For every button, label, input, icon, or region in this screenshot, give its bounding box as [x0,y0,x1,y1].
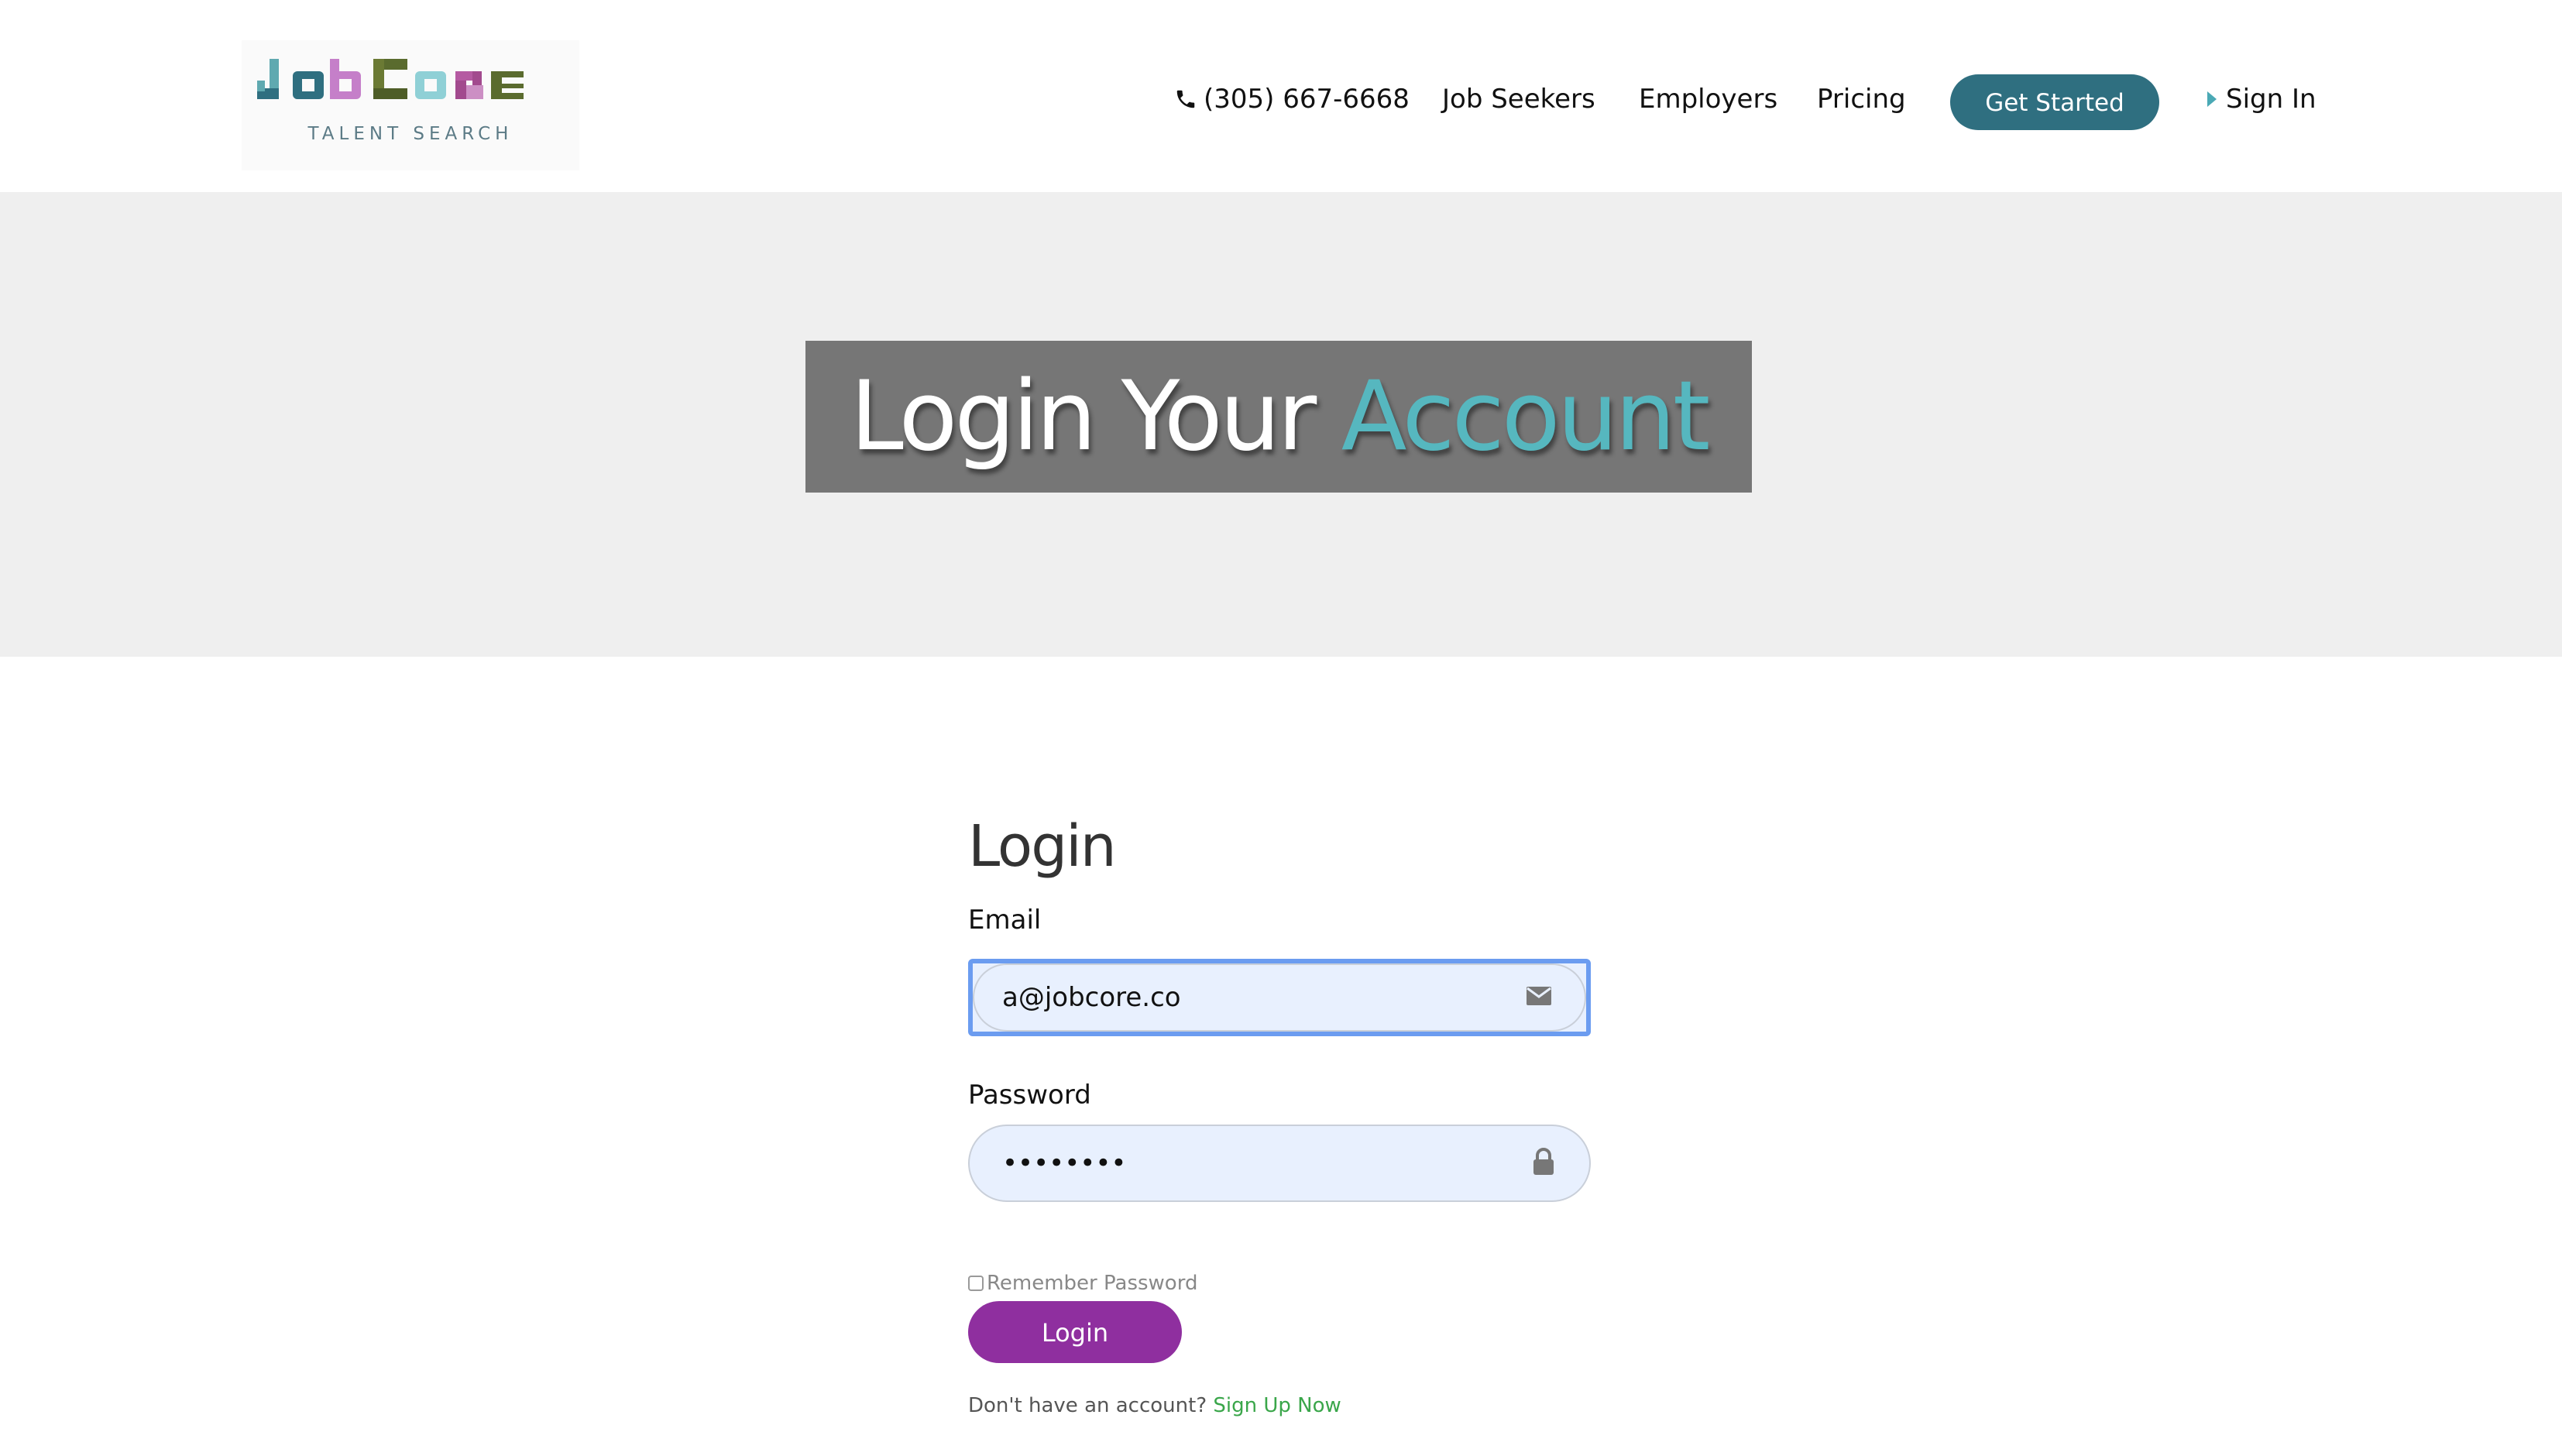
get-started-button[interactable]: Get Started [1950,74,2159,130]
nav-employers[interactable]: Employers [1639,71,1777,127]
phone-icon [1176,90,1195,108]
remember-password-label: Remember Password [987,1272,1198,1295]
login-button[interactable]: Login [968,1301,1182,1363]
password-field[interactable] [1002,1126,1482,1200]
jobcore-wordmark-icon [257,59,524,99]
signup-prompt-text: Don't have an account? [968,1394,1214,1417]
nav-job-seekers[interactable]: Job Seekers [1442,71,1595,127]
hero-banner: Login Your Account [0,192,2562,657]
phone-number: (305) 667-6668 [1204,84,1410,115]
caret-right-icon [2207,91,2217,107]
jobcore-logo[interactable]: TALENT SEARCH [242,40,579,170]
hero-title-box: Login Your Account [805,341,1752,493]
phone-link[interactable]: (305) 667-6668 [1174,71,1410,127]
remember-password-checkbox[interactable] [968,1276,984,1291]
sign-in-label: Sign In [2226,84,2316,115]
sign-in-link[interactable]: Sign In [2207,71,2316,127]
logo-tagline: TALENT SEARCH [307,124,513,144]
lock-icon [1532,1148,1555,1179]
sign-up-link[interactable]: Sign Up Now [1213,1394,1341,1417]
remember-password[interactable]: Remember Password [968,1272,1197,1295]
password-field-wrapper [968,1125,1591,1202]
envelope-icon [1526,986,1552,1009]
password-label: Password [968,1080,1091,1111]
login-heading: Login [968,813,1117,880]
hero-title-accent: Account [1341,361,1711,472]
email-field[interactable] [1002,963,1482,1032]
hero-title-main: Login Your [850,361,1341,472]
signup-prompt: Don't have an account? Sign Up Now [968,1394,1341,1417]
email-field-wrapper [968,959,1591,1036]
nav-pricing[interactable]: Pricing [1817,71,1906,127]
site-header: TALENT SEARCH (305) 667-6668 Job Seekers… [0,0,2562,192]
email-label: Email [968,905,1042,936]
page-title: Login Your Account [850,361,1711,472]
